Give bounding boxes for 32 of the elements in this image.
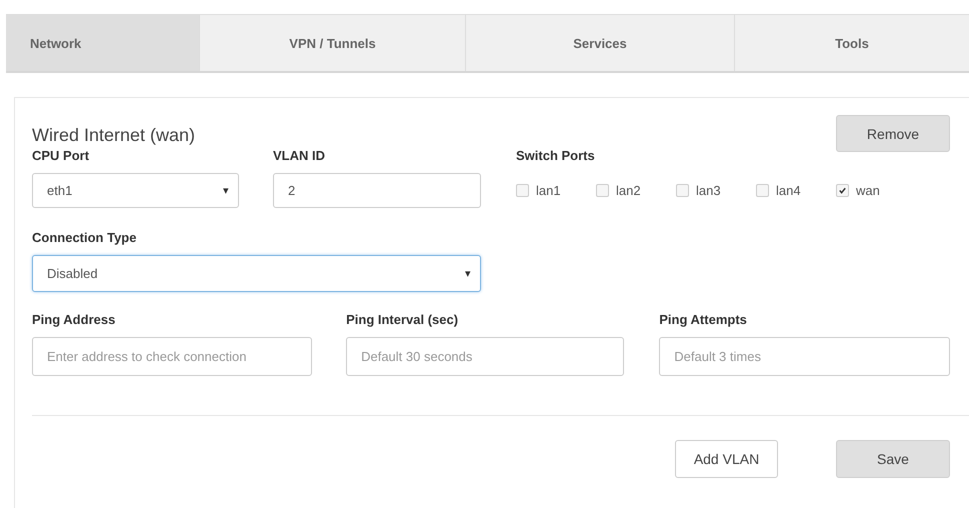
field-label: Connection Type bbox=[32, 230, 138, 245]
tab[interactable]: VPN / Tunnels bbox=[200, 15, 466, 71]
field-label: Switch Ports bbox=[516, 148, 596, 163]
remove-button[interactable]: Remove bbox=[836, 115, 950, 152]
checkbox-label: wan bbox=[856, 183, 880, 198]
connection-type-select[interactable]: Disabled ▾ bbox=[32, 255, 481, 292]
tab[interactable]: Tools bbox=[735, 15, 969, 71]
section-title: Wired Internet (wan) bbox=[32, 125, 196, 146]
action-button[interactable]: Add VLAN bbox=[675, 440, 778, 478]
field-label: Ping Interval (sec) bbox=[346, 312, 460, 327]
vlan-id-field[interactable]: 2 bbox=[273, 173, 481, 208]
checkbox-label: lan4 bbox=[776, 183, 801, 198]
checkbox[interactable] bbox=[756, 184, 769, 197]
input-field[interactable]: Default 30 seconds bbox=[346, 337, 624, 376]
checkbox[interactable] bbox=[836, 184, 849, 197]
field-label: Ping Attempts bbox=[659, 312, 748, 327]
tab[interactable]: Services bbox=[466, 15, 735, 71]
checkbox-label: lan2 bbox=[616, 183, 641, 198]
checkbox-label: lan3 bbox=[696, 183, 721, 198]
checkbox[interactable] bbox=[516, 184, 529, 197]
field-label: Ping Address bbox=[32, 312, 116, 327]
cpu-port-select[interactable]: eth1 ▾ bbox=[32, 173, 239, 208]
tab[interactable]: Network bbox=[6, 15, 200, 71]
input-field[interactable]: Default 3 times bbox=[659, 337, 950, 376]
action-button[interactable]: Save bbox=[836, 440, 950, 478]
field-label: VLAN ID bbox=[273, 148, 326, 163]
checkbox[interactable] bbox=[676, 184, 689, 197]
checkbox[interactable] bbox=[596, 184, 609, 197]
input-field[interactable]: Enter address to check connection bbox=[32, 337, 312, 376]
field-label: CPU Port bbox=[32, 148, 90, 163]
check-icon bbox=[838, 186, 847, 195]
checkbox-label: lan1 bbox=[536, 183, 561, 198]
